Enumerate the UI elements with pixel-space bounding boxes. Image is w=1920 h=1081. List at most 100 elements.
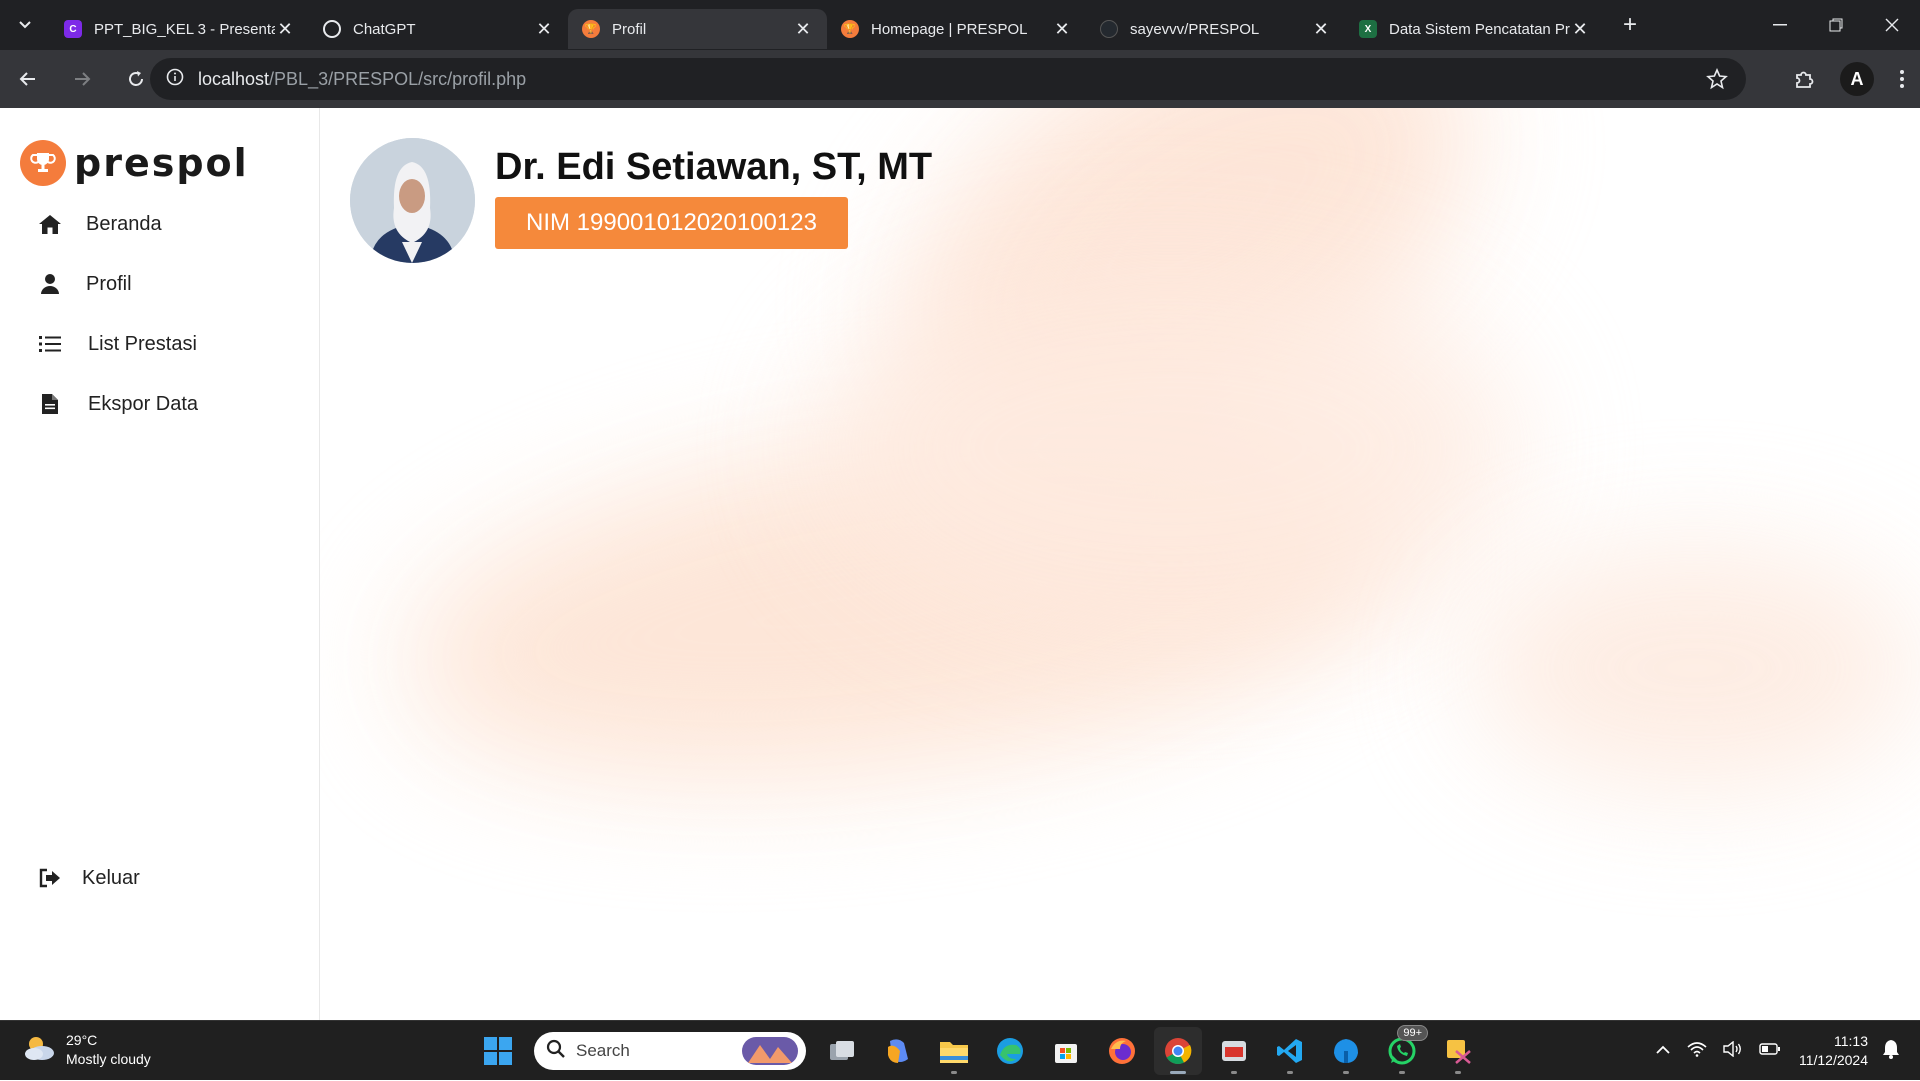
window-controls [1752,0,1920,50]
tab-presentation[interactable]: C PPT_BIG_KEL 3 - Presentasi ✕ [50,9,309,49]
restore-icon[interactable] [1808,0,1864,50]
sidebar-item-label: Beranda [86,212,162,235]
home-icon [38,212,62,236]
window-close-icon[interactable] [1864,0,1920,50]
menu-kebab-icon[interactable] [1884,69,1920,89]
tab-homepage[interactable]: 🏆 Homepage | PRESPOL ✕ [827,9,1086,49]
tab-github[interactable]: sayevvv/PRESPOL ✕ [1086,9,1345,49]
prespol-icon: 🏆 [582,20,600,38]
search-icon [546,1039,566,1064]
clock-time: 11:13 [1834,1033,1868,1049]
avatar [350,138,475,263]
microsoft-store-icon[interactable] [1042,1027,1090,1075]
chatgpt-icon [323,20,341,38]
task-view-icon[interactable] [818,1027,866,1075]
tab-title: ChatGPT [353,20,416,38]
taskbar-search-input[interactable]: Search [534,1032,806,1070]
url-path: /PBL_3/PRESPOL/src/profil.php [269,68,527,89]
sidebar-item-label: Profil [86,272,132,295]
copilot-icon[interactable] [874,1027,922,1075]
close-icon[interactable]: ✕ [793,19,813,40]
github-icon [1100,20,1118,38]
close-icon[interactable]: ✕ [1052,19,1072,40]
canva-icon: C [64,20,82,38]
nim-badge: NIM 199001012020100123 [495,197,848,249]
chrome-icon[interactable] [1154,1027,1202,1075]
sidebar-item-label: List Prestasi [88,332,197,355]
extensions-puzzle-icon[interactable] [1778,68,1830,90]
volume-icon[interactable] [1723,1040,1743,1062]
tab-chatgpt[interactable]: ChatGPT ✕ [309,9,568,49]
temperature: 29°C [66,1032,98,1048]
sidebar-item-profil[interactable]: Profil [38,272,132,296]
sidebar-item-beranda[interactable]: Beranda [38,212,162,236]
chevron-up-icon[interactable] [1655,1042,1671,1060]
excel-icon: X [1359,20,1377,38]
whatsapp-icon[interactable]: 99+ [1378,1025,1428,1075]
site-info-icon[interactable] [166,68,184,91]
search-highlight-icon [742,1037,798,1070]
list-icon [38,332,62,356]
logout-label: Keluar [82,866,140,889]
forward-arrow-icon[interactable] [62,59,102,99]
sidebar-item-list-prestasi[interactable]: List Prestasi [38,332,197,356]
notification-bell-icon[interactable] [1882,1039,1900,1064]
notification-badge: 99+ [1397,1025,1428,1041]
url-text: localhost/PBL_3/PRESPOL/src/profil.php [198,69,526,90]
clock-date: 11/12/2024 [1798,1052,1868,1068]
tab-excel[interactable]: X Data Sistem Pencatatan Pr ✕ [1345,9,1604,49]
toolbar-right: A [1778,50,1920,108]
profile-avatar[interactable]: A [1840,62,1874,96]
wallet-app-icon[interactable] [1322,1027,1370,1075]
tab-title: sayevvv/PRESPOL [1130,20,1260,38]
system-tray: 11:13 11/12/2024 [1647,1021,1900,1081]
back-arrow-icon[interactable] [8,59,48,99]
sidebar: prespol Beranda Profil List Prestasi Eks… [0,108,320,1020]
windows-taskbar: 29°C Mostly cloudy Search 99+ 11:13 11/1… [0,1020,1920,1080]
close-icon[interactable]: ✕ [275,19,295,40]
profile-name: Dr. Edi Setiawan, ST, MT [495,146,933,188]
tab-search-chevron-icon[interactable] [0,0,50,50]
sign-out-icon [38,866,62,890]
firefox-icon[interactable] [1098,1027,1146,1075]
remote-app-icon[interactable] [1210,1027,1258,1075]
cloud-sun-icon [22,1034,56,1067]
sidebar-item-ekspor-data[interactable]: Ekspor Data [38,392,198,416]
tab-title: Homepage | PRESPOL [871,20,1028,38]
search-placeholder: Search [576,1041,630,1060]
tab-profil[interactable]: 🏆 Profil ✕ [568,9,827,49]
prespol-logo[interactable]: prespol [20,140,249,186]
taskbar-apps: Search 99+ [470,1025,1486,1075]
battery-icon[interactable] [1759,1042,1781,1060]
close-icon[interactable]: ✕ [1570,19,1590,40]
bookmark-star-icon[interactable] [1706,67,1728,95]
address-bar[interactable]: localhost/PBL_3/PRESPOL/src/profil.php [150,58,1746,100]
logo-text: prespol [74,141,249,185]
windows-start-icon[interactable] [474,1027,522,1075]
wifi-icon[interactable] [1687,1041,1707,1062]
new-tab-plus-icon[interactable]: + [1610,11,1650,39]
weather-condition: Mostly cloudy [66,1051,151,1067]
page-content: prespol Beranda Profil List Prestasi Eks… [0,108,1920,1020]
edge-icon[interactable] [986,1027,1034,1075]
close-icon[interactable]: ✕ [1311,19,1331,40]
vscode-icon[interactable] [1266,1027,1314,1075]
trophy-icon [20,140,66,186]
url-host: localhost [198,68,270,89]
close-icon[interactable]: ✕ [534,19,554,40]
prespol-icon: 🏆 [841,20,859,38]
profile-header: Dr. Edi Setiawan, ST, MT NIM 19900101202… [350,138,932,263]
tab-title: PPT_BIG_KEL 3 - Presentasi [94,20,275,38]
snipping-tool-icon[interactable] [1434,1027,1482,1075]
system-clock[interactable]: 11:13 11/12/2024 [1799,1032,1868,1070]
file-explorer-icon[interactable] [930,1027,978,1075]
file-icon [38,392,62,416]
tab-title: Profil [612,20,647,38]
weather-widget[interactable]: 29°C Mostly cloudy [22,1031,151,1069]
browser-tab-bar: C PPT_BIG_KEL 3 - Presentasi ✕ ChatGPT ✕… [0,0,1920,50]
tab-title: Data Sistem Pencatatan Pr [1389,20,1570,38]
logout-button[interactable]: Keluar [38,866,140,890]
browser-toolbar: localhost/PBL_3/PRESPOL/src/profil.php A [0,50,1920,108]
minimize-icon[interactable] [1752,0,1808,50]
sidebar-item-label: Ekspor Data [88,392,199,415]
